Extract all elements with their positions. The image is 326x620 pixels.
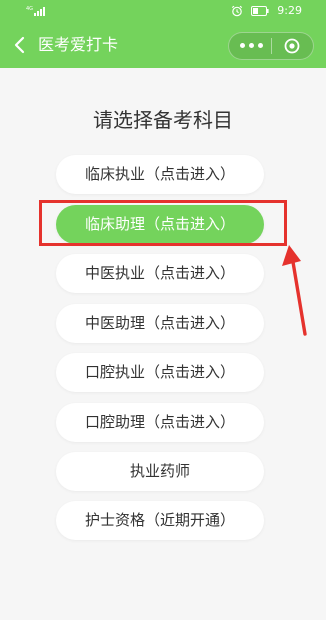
mini-program-capsule bbox=[228, 32, 314, 60]
status-bar: 4G 9:29 bbox=[0, 0, 326, 22]
subject-prompt: 请选择备考科目 bbox=[93, 108, 233, 132]
signal-label: 4G bbox=[26, 6, 33, 12]
option-tcm-practitioner[interactable]: 中医执业（点击进入） bbox=[56, 254, 264, 293]
option-tcm-assistant[interactable]: 中医助理（点击进入） bbox=[56, 304, 264, 343]
option-clinical-practitioner[interactable]: 临床执业（点击进入） bbox=[56, 155, 264, 194]
status-time: 9:29 bbox=[277, 4, 302, 17]
status-right: 9:29 bbox=[231, 4, 302, 18]
close-button[interactable] bbox=[272, 33, 313, 59]
battery-icon bbox=[251, 6, 269, 16]
more-button[interactable] bbox=[229, 33, 271, 59]
more-dots-icon bbox=[240, 43, 263, 48]
annotation-highlight-box bbox=[39, 200, 287, 246]
page-title: 医考爱打卡 bbox=[38, 35, 119, 54]
navigation-bar: 医考爱打卡 bbox=[0, 22, 326, 68]
app-header: 4G 9:29 医考爱打卡 bbox=[0, 0, 326, 68]
annotation-arrow bbox=[282, 245, 307, 336]
signal-icon: 4G bbox=[26, 6, 45, 16]
back-chevron-icon[interactable] bbox=[10, 35, 30, 55]
alarm-clock-icon bbox=[232, 5, 243, 17]
option-dental-assistant[interactable]: 口腔助理（点击进入） bbox=[56, 403, 264, 442]
option-licensed-pharmacist[interactable]: 执业药师 bbox=[56, 452, 264, 491]
option-nurse-qualification[interactable]: 护士资格（近期开通） bbox=[56, 501, 264, 540]
option-dental-practitioner[interactable]: 口腔执业（点击进入） bbox=[56, 353, 264, 392]
close-target-icon bbox=[284, 38, 300, 54]
